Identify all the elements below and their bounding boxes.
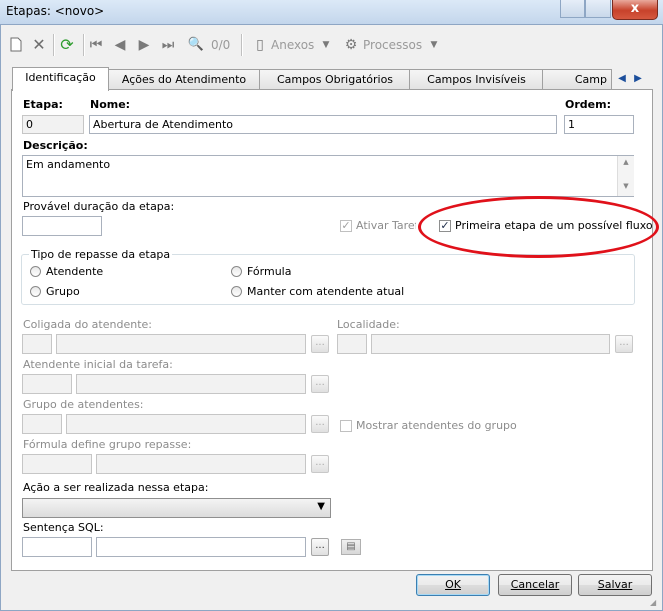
attendant-group-lookup-button[interactable]: ... bbox=[311, 415, 329, 433]
action-label: Ação a ser realizada nessa etapa: bbox=[23, 481, 209, 494]
initial-attendant-code-field bbox=[22, 374, 72, 394]
stage-field: 0 bbox=[22, 115, 84, 134]
radio-formula-label: Fórmula bbox=[247, 265, 292, 278]
stage-label: Etapa: bbox=[23, 98, 63, 111]
name-field[interactable]: Abertura de Atendimento bbox=[89, 115, 557, 134]
sql-editor-icon[interactable]: ▤ bbox=[341, 539, 361, 555]
sql-code-field[interactable] bbox=[22, 537, 92, 557]
form-content: Etapa: 0 Nome: Abertura de Atendimento O… bbox=[0, 0, 663, 611]
activate-task-label: Ativar Tarefa bbox=[356, 219, 416, 232]
order-field[interactable]: 1 bbox=[564, 115, 634, 134]
attendant-group-name-field bbox=[66, 414, 306, 434]
duration-field[interactable] bbox=[22, 216, 102, 236]
transfer-type-legend: Tipo de repasse da etapa bbox=[29, 248, 173, 261]
initial-attendant-name-field bbox=[76, 374, 306, 394]
radio-manter-atendente-label: Manter com atendente atual bbox=[247, 285, 405, 298]
affiliate-lookup-button[interactable]: ... bbox=[311, 335, 329, 353]
formula-group-name-field bbox=[96, 454, 306, 474]
location-label: Localidade: bbox=[337, 318, 400, 331]
order-label: Ordem: bbox=[565, 98, 611, 111]
duration-label: Provável duração da etapa: bbox=[23, 200, 175, 213]
initial-attendant-lookup-button[interactable]: ... bbox=[311, 375, 329, 393]
radio-atendente-label: Atendente bbox=[46, 265, 104, 278]
name-label: Nome: bbox=[90, 98, 131, 111]
radio-manter-atendente[interactable] bbox=[231, 286, 242, 297]
attendant-group-label: Grupo de atendentes: bbox=[23, 398, 144, 411]
radio-atendente[interactable] bbox=[30, 266, 41, 277]
location-name-field bbox=[371, 334, 610, 354]
description-scrollbar[interactable]: ▲ ▼ bbox=[617, 156, 634, 196]
action-select[interactable]: ▼ bbox=[22, 498, 331, 518]
affiliate-name-field bbox=[56, 334, 306, 354]
sql-label: Sentença SQL: bbox=[23, 521, 104, 534]
initial-attendant-label: Atendente inicial da tarefa: bbox=[23, 358, 173, 371]
highlight-ellipse bbox=[418, 196, 659, 258]
formula-group-label: Fórmula define grupo repasse: bbox=[23, 438, 192, 451]
show-group-attendants-label: Mostrar atendentes do grupo bbox=[356, 419, 517, 432]
description-textarea[interactable]: Em andamento bbox=[22, 155, 634, 197]
formula-group-lookup-button[interactable]: ... bbox=[311, 455, 329, 473]
formula-group-code-field bbox=[22, 454, 92, 474]
show-group-attendants-checkbox[interactable] bbox=[340, 420, 352, 432]
location-code-field bbox=[337, 334, 367, 354]
radio-grupo-label: Grupo bbox=[46, 285, 80, 298]
radio-formula[interactable] bbox=[231, 266, 242, 277]
sql-lookup-button[interactable]: ... bbox=[311, 538, 329, 556]
affiliate-label: Coligada do atendente: bbox=[23, 318, 152, 331]
attendant-group-code-field bbox=[22, 414, 62, 434]
description-label: Descrição: bbox=[23, 139, 88, 152]
radio-grupo[interactable] bbox=[30, 286, 41, 297]
location-lookup-button[interactable]: ... bbox=[615, 335, 633, 353]
affiliate-code-field bbox=[22, 334, 52, 354]
activate-task-checkbox[interactable]: ✓ bbox=[340, 220, 352, 232]
chevron-down-icon: ▼ bbox=[317, 501, 325, 512]
sql-name-field[interactable] bbox=[96, 537, 306, 557]
